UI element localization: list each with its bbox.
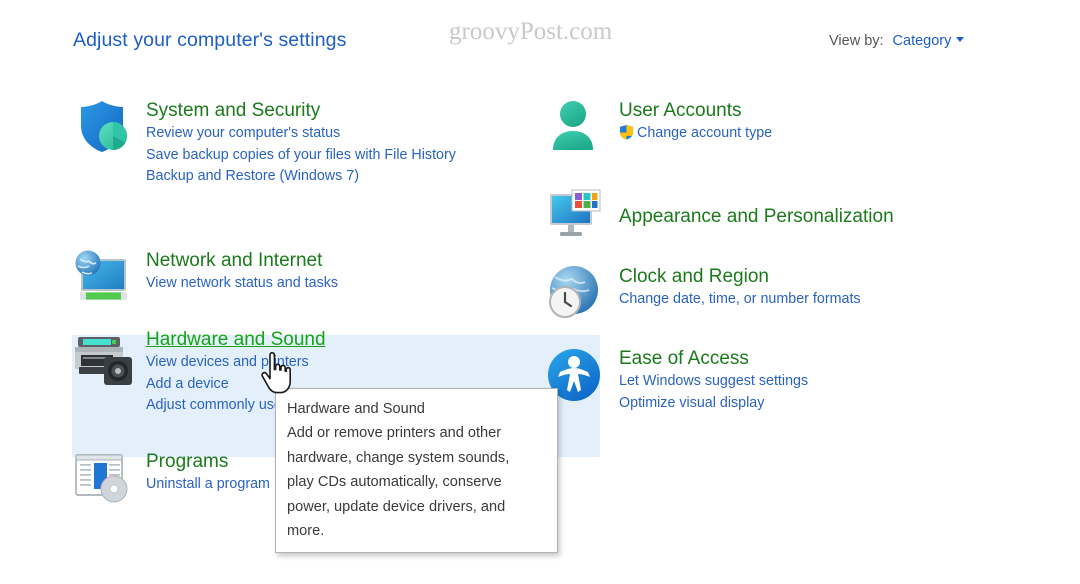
category-link[interactable]: Review your computer's status [146,123,542,145]
category-body: Clock and Region Change date, time, or n… [619,262,1015,311]
programs-disc-icon [72,447,146,511]
user-person-icon [545,96,619,160]
category-link[interactable]: Change date, time, or number formats [619,289,1015,311]
category-body: Network and Internet View network status… [146,246,542,295]
category-clock-and-region[interactable]: Clock and Region Change date, time, or n… [545,262,1015,344]
category-title[interactable]: Programs [146,449,228,474]
right-category-column: User Accounts Change account type Appear… [545,96,1015,430]
watermark: groovyPost.com [449,18,613,45]
category-title[interactable]: System and Security [146,98,320,123]
control-panel-header: Adjust your computer's settings groovyPo… [0,0,1080,76]
clock-globe-icon [545,262,619,326]
category-ease-of-access[interactable]: Ease of Access Let Windows suggest setti… [545,344,1015,430]
category-title[interactable]: Hardware and Sound [146,327,326,352]
view-by-dropdown[interactable]: Category [893,32,965,50]
network-globe-monitor-icon [72,246,146,310]
appearance-monitor-icon [545,182,619,246]
view-by-control[interactable]: View by: Category [829,32,965,50]
category-body: Appearance and Personalization [619,182,1015,229]
category-link-text: Change account type [637,125,773,141]
category-link[interactable]: Let Windows suggest settings [619,371,1015,393]
category-user-accounts[interactable]: User Accounts Change account type [545,96,1015,182]
view-by-value[interactable]: Category [893,33,952,49]
category-body: Ease of Access Let Windows suggest setti… [619,344,1015,414]
tooltip-line: more. [287,523,325,540]
shield-security-icon [72,96,146,160]
category-title[interactable]: Network and Internet [146,248,322,273]
category-link[interactable]: Change account type [619,123,1015,148]
category-link[interactable]: Save backup copies of your files with Fi… [146,145,476,167]
category-title[interactable]: User Accounts [619,98,742,123]
category-link[interactable]: Backup and Restore (Windows 7) [146,166,542,188]
category-body: User Accounts Change account type [619,96,1015,148]
tooltip-line: power, update device drivers, and [287,498,506,515]
category-system-and-security[interactable]: System and Security Review your computer… [72,96,542,246]
uac-shield-icon [619,124,634,148]
hardware-and-sound-tooltip: Hardware and Sound Add or remove printer… [275,388,558,554]
category-network-and-internet[interactable]: Network and Internet View network status… [72,246,542,325]
tooltip-line: Add or remove printers and other [287,425,502,442]
category-body: System and Security Review your computer… [146,96,542,188]
tooltip-line: play CDs automatically, conserve [287,474,502,491]
tooltip-line: hardware, change system sounds, [287,449,510,466]
category-title[interactable]: Appearance and Personalization [619,204,894,229]
page-title: Adjust your computer's settings [73,29,347,51]
printer-camera-icon [72,325,146,389]
chevron-down-icon[interactable] [956,37,965,42]
category-title[interactable]: Ease of Access [619,346,749,371]
category-appearance-and-personalization[interactable]: Appearance and Personalization [545,182,1015,262]
category-title[interactable]: Clock and Region [619,264,769,289]
category-link[interactable]: Optimize visual display [619,393,1015,415]
view-by-label: View by: [829,33,884,49]
tooltip-line: Hardware and Sound [287,401,425,417]
category-link[interactable]: View devices and printers [146,352,542,374]
category-link[interactable]: View network status and tasks [146,273,542,295]
